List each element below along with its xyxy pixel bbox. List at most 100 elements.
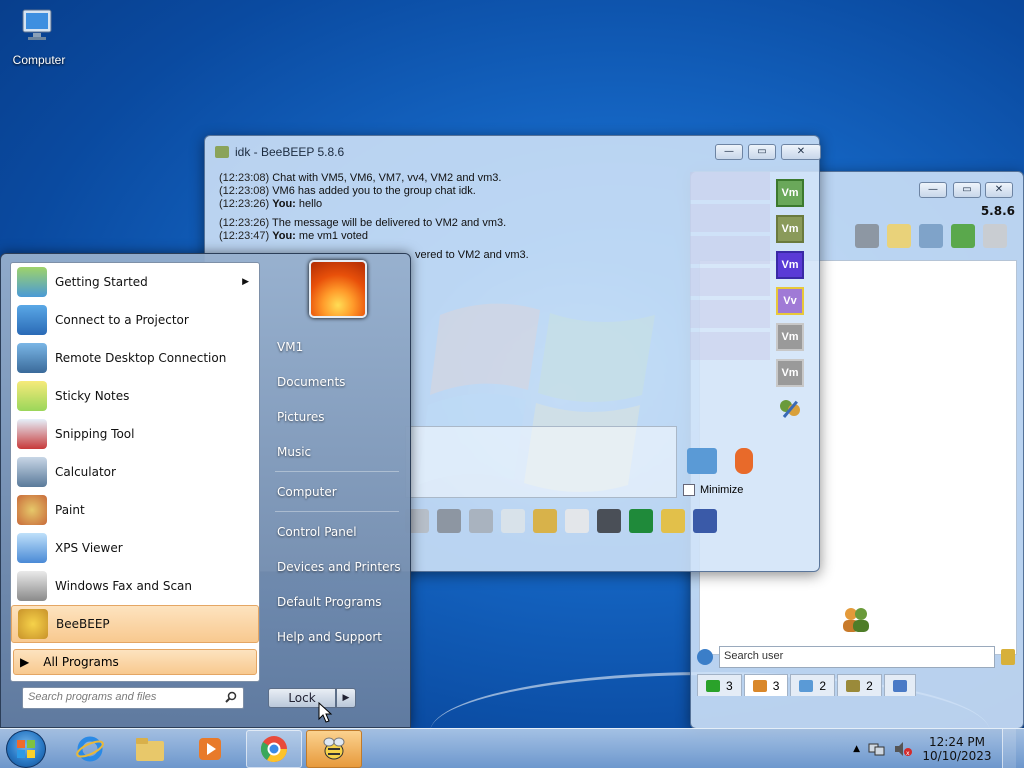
start-button[interactable] (6, 730, 46, 768)
taskbar-explorer[interactable] (122, 730, 178, 768)
floppy-icon[interactable] (693, 509, 717, 533)
menu-item-fax-scan[interactable]: Windows Fax and Scan (11, 567, 259, 605)
network-icon[interactable] (868, 741, 886, 757)
chat-window-title: idk - BeeBEEP 5.8.6 (235, 145, 345, 159)
folder-icon (136, 738, 164, 761)
paint-icon (17, 495, 47, 525)
member-avatar[interactable]: Vv (776, 287, 804, 315)
volume-muted-icon[interactable]: x (894, 741, 912, 757)
beebeep-icon (323, 737, 345, 760)
link-control-panel[interactable]: Control Panel (267, 514, 407, 549)
menu-item-snipping-tool[interactable]: Snipping Tool (11, 415, 259, 453)
code-icon[interactable] (565, 509, 589, 533)
minimize-button[interactable]: — (919, 182, 947, 198)
tab-chats[interactable]: 2 (790, 674, 836, 696)
separator (275, 471, 399, 472)
maximize-button[interactable]: ▭ (953, 182, 981, 198)
users-icon (843, 608, 869, 632)
tools-icon (780, 400, 800, 418)
trash-icon[interactable] (983, 224, 1007, 248)
tools-icon[interactable] (919, 224, 943, 248)
font-icon[interactable] (437, 509, 461, 533)
search-icon (225, 691, 237, 703)
start-menu-links: VM1 Documents Pictures Music Computer Co… (267, 329, 407, 654)
link-devices-printers[interactable]: Devices and Printers (267, 549, 407, 584)
save-icon[interactable] (501, 509, 525, 533)
notes-icon[interactable] (661, 509, 685, 533)
show-hidden-icons-icon[interactable]: ▲ (853, 744, 860, 754)
start-search-input[interactable]: Search programs and files (22, 687, 244, 709)
emoticon-icon[interactable] (469, 509, 493, 533)
tab-share[interactable] (883, 674, 916, 696)
link-default-programs[interactable]: Default Programs (267, 584, 407, 619)
menu-item-projector[interactable]: Connect to a Projector (11, 301, 259, 339)
link-help-support[interactable]: Help and Support (267, 619, 407, 654)
menu-item-sticky-notes[interactable]: Sticky Notes (11, 377, 259, 415)
terminal-icon[interactable] (629, 509, 653, 533)
member-avatar[interactable]: Vm (776, 251, 804, 279)
shutdown-options-button[interactable]: ▶ (336, 688, 356, 708)
link-user[interactable]: VM1 (267, 329, 407, 364)
calculator-icon (17, 457, 47, 487)
close-button[interactable]: ✕ (781, 144, 821, 160)
maximize-button[interactable]: ▭ (748, 144, 776, 160)
member-avatar[interactable]: Vm (776, 323, 804, 351)
member-avatar[interactable]: Vm (776, 215, 804, 243)
search-row: Search user (697, 642, 1015, 672)
group-settings-icon[interactable] (776, 395, 804, 423)
link-computer[interactable]: Computer (267, 474, 407, 509)
link-pictures[interactable]: Pictures (267, 399, 407, 434)
search-user-input[interactable]: Search user (719, 646, 995, 668)
clock[interactable]: 12:24 PM 10/10/2023 (920, 735, 994, 763)
edit-icon[interactable] (887, 224, 911, 248)
send-icon[interactable] (687, 448, 717, 474)
desktop-computer-icon[interactable]: Computer (4, 6, 74, 67)
minimize-option[interactable]: Minimize (683, 484, 743, 496)
menu-item-beebeep[interactable]: BeeBEEP (11, 605, 259, 643)
taskbar-media-player[interactable] (182, 730, 238, 768)
menu-item-remote-desktop[interactable]: Remote Desktop Connection (11, 339, 259, 377)
screenshot-icon[interactable] (597, 509, 621, 533)
gear-icon[interactable] (697, 649, 713, 665)
member-avatar[interactable]: Vm (776, 359, 804, 387)
link-documents[interactable]: Documents (267, 364, 407, 399)
link-music[interactable]: Music (267, 434, 407, 469)
menu-item-calculator[interactable]: Calculator (11, 453, 259, 491)
taskbar-internet-explorer[interactable] (62, 730, 118, 768)
main-toolbar (855, 224, 1007, 248)
tab-groups[interactable]: 2 (837, 674, 882, 696)
update-icon[interactable] (951, 224, 975, 248)
share-icon (892, 679, 907, 692)
taskbar-chrome[interactable] (246, 730, 302, 768)
tab-users[interactable]: 3 (743, 674, 789, 696)
tab-chats-green[interactable]: 3 (697, 674, 742, 696)
broom-icon[interactable] (1001, 649, 1015, 665)
all-programs-arrow-icon: ▶ (20, 655, 30, 669)
user-avatar[interactable] (309, 260, 367, 318)
menu-item-getting-started[interactable]: Getting Started ▶ (11, 263, 259, 301)
internet-explorer-icon (76, 736, 104, 762)
microphone-icon[interactable] (735, 448, 753, 474)
chat-toolbar (405, 509, 717, 533)
start-menu[interactable]: Getting Started ▶ Connect to a Projector … (0, 253, 411, 728)
send-file-icon[interactable] (533, 509, 557, 533)
menu-item-xps-viewer[interactable]: XPS Viewer (11, 529, 259, 567)
chats-icon (799, 679, 814, 692)
show-desktop-button[interactable] (1002, 729, 1016, 768)
chrome-icon (260, 736, 288, 763)
svg-text:x: x (906, 750, 910, 757)
separator (275, 511, 399, 512)
minimize-button[interactable]: — (715, 144, 743, 160)
media-player-icon (199, 738, 221, 760)
message-compose-box[interactable] (405, 426, 677, 498)
taskbar-beebeep[interactable] (306, 730, 362, 768)
beebeep-group-icon (215, 146, 229, 158)
member-avatar[interactable]: Vm (776, 179, 804, 207)
minimize-checkbox[interactable] (683, 484, 695, 496)
hat-icon[interactable] (855, 224, 879, 248)
projector-icon (17, 305, 47, 335)
close-button[interactable]: ✕ (985, 182, 1013, 198)
chat-line: (12:23:08) VM6 has added you to the grou… (219, 185, 476, 197)
menu-item-paint[interactable]: Paint (11, 491, 259, 529)
all-programs-button[interactable]: ▶ All Programs (13, 649, 257, 675)
